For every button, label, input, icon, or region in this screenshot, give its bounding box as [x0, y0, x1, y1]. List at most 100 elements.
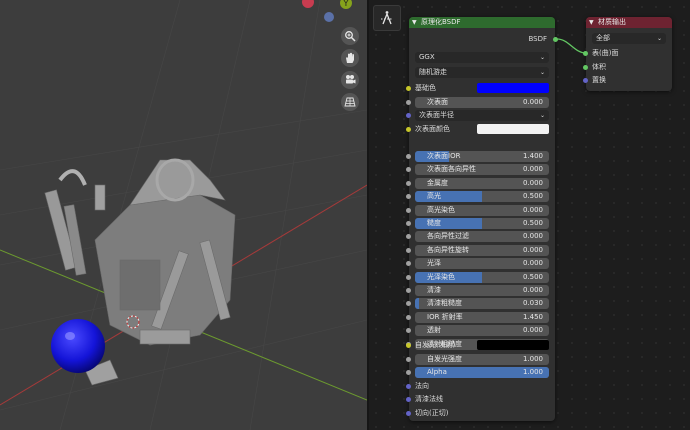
clearcoat-normal-label: 清漆法线	[415, 395, 443, 403]
subsurface-method-value: 随机游走	[419, 68, 447, 76]
subsurface-method-select[interactable]: 随机游走 ⌄	[415, 67, 549, 78]
clearcoat-normal-socket[interactable]	[406, 397, 411, 402]
field-value: 0.000	[522, 205, 543, 214]
field-value: 1.400	[522, 152, 543, 160]
displacement-socket[interactable]	[583, 78, 588, 83]
subsurface-value: 0.000	[522, 98, 543, 106]
field-socket-13[interactable]	[406, 328, 411, 334]
subsurface-field[interactable]: 次表面 0.000	[415, 97, 549, 108]
field-value: 0.500	[522, 192, 543, 201]
output-target-select[interactable]: 全部 ⌄	[592, 33, 666, 44]
field-label: IOR 折射率	[427, 312, 463, 321]
bsdf-field-12[interactable]: IOR 折射率 1.450	[415, 311, 549, 323]
field-value: 0.000	[522, 178, 543, 187]
field-socket-12[interactable]	[406, 314, 411, 320]
bsdf-field-5[interactable]: 糙度 0.500	[415, 218, 549, 229]
bsdf-output-socket[interactable]	[553, 37, 558, 42]
emission-strength-field[interactable]: 自发光强度 1.000	[415, 354, 549, 365]
alpha-socket[interactable]	[406, 370, 411, 375]
bsdf-field-8[interactable]: 光泽 0.000	[415, 258, 549, 270]
tangent-socket[interactable]	[406, 411, 411, 416]
output-node-header[interactable]: ▼ 材质输出	[586, 17, 672, 28]
field-label: 光泽	[427, 259, 441, 268]
field-label: 金属度	[427, 178, 448, 187]
field-value: 0.000	[522, 165, 543, 174]
surface-socket[interactable]	[583, 51, 588, 56]
blue-sphere	[51, 319, 105, 373]
volume-socket[interactable]	[583, 65, 588, 70]
bsdf-field-7[interactable]: 各向异性旋转 0.000	[415, 244, 549, 256]
bsdf-field-1[interactable]: 次表面各向异性 0.000	[415, 164, 549, 176]
field-label: 清漆	[427, 286, 441, 294]
zoom-button[interactable]	[341, 27, 359, 45]
bsdf-field-11[interactable]: 清漆粗糙度 0.030	[415, 298, 549, 310]
normal-socket[interactable]	[406, 384, 411, 389]
principled-bsdf-node[interactable]: ▼ 原理化BSDF BSDF GGX ⌄ 随机游走 ⌄ 基础色 次表面 0.00…	[406, 17, 558, 421]
field-value: 0.500	[522, 219, 543, 227]
subsurface-socket[interactable]	[406, 100, 411, 105]
collapse-chevron-icon[interactable]: ▼	[589, 17, 594, 28]
field-socket-5[interactable]	[406, 221, 411, 226]
bsdf-field-2[interactable]: 金属度 0.000	[415, 177, 549, 189]
field-socket-3[interactable]	[406, 194, 411, 200]
camera-view-button[interactable]	[341, 71, 359, 89]
shader-editor[interactable]: ▼ 原理化BSDF BSDF GGX ⌄ 随机游走 ⌄ 基础色 次表面 0.00…	[369, 0, 690, 430]
field-value: 0.000	[522, 326, 543, 335]
bsdf-field-13[interactable]: 透射 0.000	[415, 325, 549, 337]
bsdf-node-header[interactable]: ▼ 原理化BSDF	[409, 17, 555, 28]
bsdf-field-10[interactable]: 清漆 0.000	[415, 285, 549, 296]
subsurface-color-label: 次表面颜色	[415, 125, 450, 133]
subsurface-radius-socket[interactable]	[406, 113, 411, 118]
bsdf-field-4[interactable]: 高光染色 0.000	[415, 204, 549, 216]
field-socket-1[interactable]	[406, 167, 411, 173]
field-label: 次表面IOR	[427, 152, 461, 160]
field-socket-6[interactable]	[406, 234, 411, 240]
3d-viewport[interactable]: Y	[0, 0, 367, 430]
field-socket-7[interactable]	[406, 247, 411, 253]
alpha-label: Alpha	[427, 368, 447, 376]
emission-socket[interactable]	[406, 343, 411, 348]
field-socket-0[interactable]	[406, 154, 411, 159]
subsurface-radius-select[interactable]: 次表面半径 ⌄	[415, 110, 549, 121]
field-fill-bar	[415, 218, 482, 229]
emission-label: 自发光(发射)	[415, 341, 456, 349]
base-color-swatch[interactable]	[477, 83, 549, 93]
scene-render: Y	[0, 0, 367, 430]
displacement-label: 置换	[592, 76, 606, 84]
output-target-value: 全部	[596, 34, 610, 42]
emission-color-swatch[interactable]	[477, 340, 549, 350]
bsdf-field-9[interactable]: 光泽染色 0.500	[415, 271, 549, 283]
field-socket-8[interactable]	[406, 261, 411, 267]
emission-strength-socket[interactable]	[406, 357, 411, 362]
base-color-socket[interactable]	[406, 86, 411, 91]
grid-icon	[344, 97, 356, 107]
field-socket-11[interactable]	[406, 301, 411, 307]
field-value: 0.000	[522, 232, 543, 241]
collapse-chevron-icon[interactable]: ▼	[412, 17, 417, 28]
field-socket-2[interactable]	[406, 180, 411, 186]
volume-label: 体积	[592, 63, 606, 71]
perspective-toggle-button[interactable]	[341, 93, 359, 111]
base-color-label: 基础色	[415, 84, 436, 92]
field-value: 0.000	[522, 259, 543, 268]
bsdf-field-0[interactable]: 次表面IOR 1.400	[415, 151, 549, 162]
bsdf-field-6[interactable]: 各向异性过滤 0.000	[415, 231, 549, 243]
zoom-icon	[345, 31, 356, 42]
surface-label: 表(曲)面	[592, 49, 619, 57]
field-socket-10[interactable]	[406, 288, 411, 293]
tangent-label: 切向(正切)	[415, 409, 449, 417]
pan-button[interactable]	[341, 49, 359, 67]
field-value: 0.000	[522, 286, 543, 294]
bsdf-field-3[interactable]: 高光 0.500	[415, 191, 549, 203]
material-output-node[interactable]: ▼ 材质输出 全部 ⌄ 表(曲)面 体积 置换	[583, 17, 672, 91]
distribution-value: GGX	[419, 53, 435, 61]
alpha-field[interactable]: Alpha 1.000	[415, 367, 549, 378]
subsurface-color-swatch[interactable]	[477, 124, 549, 134]
distribution-select[interactable]: GGX ⌄	[415, 52, 549, 63]
subsurface-color-socket[interactable]	[406, 127, 411, 132]
camera-icon	[346, 75, 356, 84]
field-socket-4[interactable]	[406, 207, 411, 213]
field-value: 0.500	[522, 272, 543, 281]
field-socket-9[interactable]	[406, 274, 411, 280]
field-label: 清漆粗糙度	[427, 299, 462, 308]
